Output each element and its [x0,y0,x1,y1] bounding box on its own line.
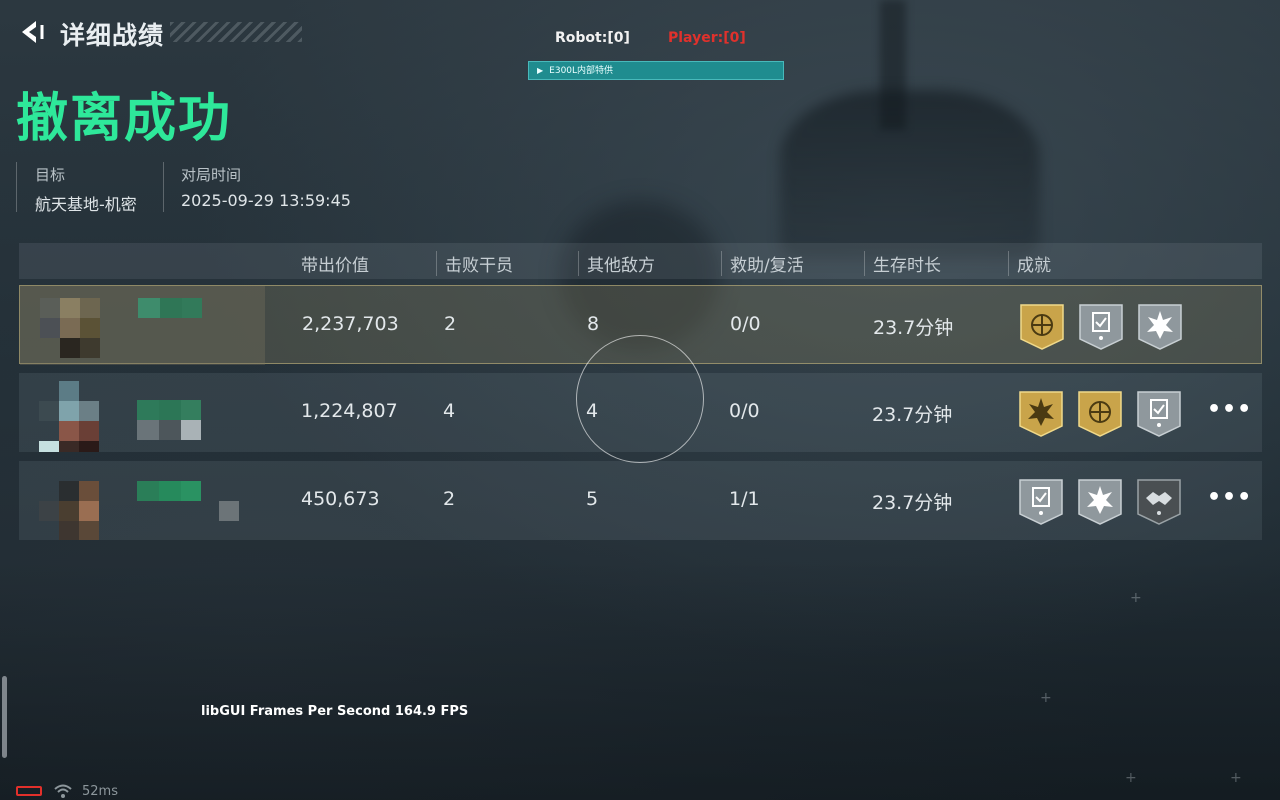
other-enemies-count: 5 [586,488,599,510]
extract-value: 1,224,807 [301,400,398,422]
table-header: 带出价值 击败干员 其他敌方 救助/复活 生存时长 成就 [19,243,1262,279]
build-banner[interactable]: ▶ E300L内部特供 [528,61,784,80]
latency-readout: 52ms [82,784,118,799]
gold-emblem-badge[interactable] [1019,301,1065,351]
dark-handshake-badge[interactable] [1136,476,1182,526]
rescue-count: 0/0 [729,400,760,422]
stats-table: 带出价值 击败干员 其他敌方 救助/复活 生存时长 成就 2,237,703 2… [19,243,1262,540]
target-value: 航天基地-机密 [35,195,137,214]
title-decoration [170,22,302,42]
silver-clipboard-badge[interactable] [1078,301,1124,351]
match-time-label: 对局时间 [181,166,242,184]
header-kills: 击败干员 [436,251,513,276]
match-time-value: 2025-09-29 13:59:45 [181,191,351,210]
silver-burst-badge[interactable] [1077,476,1123,526]
background-tower [780,90,1040,260]
player-count: Player:[0] [668,30,746,46]
side-scroll-handle[interactable] [2,676,7,758]
header-extract-value: 带出价值 [301,256,369,276]
back-button[interactable] [16,17,46,47]
header-survival: 生存时长 [864,251,941,276]
fps-overlay: libGUI Frames Per Second 164.9 FPS [201,704,469,719]
robot-count: Robot:[0] [555,30,630,46]
extraction-result: 撤离成功 [16,89,233,149]
gold-emblem-badge[interactable] [1077,388,1123,438]
battery-icon [16,786,42,796]
silver-clipboard-badge[interactable] [1018,476,1064,526]
back-arrow-icon [22,21,44,43]
table-row[interactable]: 450,673 2 5 1/1 23.7分钟 ••• [19,461,1262,540]
target-label: 目标 [35,166,66,184]
player-avatar-obscured [19,461,264,540]
rescue-count: 1/1 [729,488,760,510]
kills-count: 2 [443,488,456,510]
hud-crosshair: + [1040,690,1052,706]
extract-value: 450,673 [301,488,380,510]
match-time-info: 对局时间 2025-09-29 13:59:45 [163,162,351,212]
hud-crosshair: + [1130,590,1142,606]
wifi-icon [54,784,72,798]
header-other-enemies: 其他敌方 [578,251,655,276]
more-options-button[interactable]: ••• [1207,485,1252,510]
hud-crosshair: + [1230,770,1242,786]
silver-clipboard-badge[interactable] [1136,388,1182,438]
gold-burst-badge[interactable] [1018,388,1064,438]
silver-burst-badge[interactable] [1137,301,1183,351]
rescue-count: 0/0 [730,313,761,335]
achievement-badges [1018,388,1190,438]
other-enemies-count: 8 [587,313,600,335]
kills-count: 4 [443,400,456,422]
survival-time: 23.7分钟 [872,492,953,514]
page-title: 详细战绩 [60,21,165,50]
background-ground [0,560,1280,800]
play-icon: ▶ [537,66,544,75]
player-avatar-obscured [20,286,265,365]
touch-indicator [576,335,704,463]
survival-time: 23.7分钟 [873,317,954,339]
kills-count: 2 [444,313,457,335]
hud-crosshair: + [1125,770,1137,786]
achievement-badges [1019,301,1191,351]
header-rescue: 救助/复活 [721,251,804,276]
survival-time: 23.7分钟 [872,404,953,426]
banner-label: E300L内部特供 [549,66,614,76]
player-avatar-obscured [19,373,264,452]
achievement-badges [1018,476,1190,526]
header-achievements: 成就 [1008,251,1051,276]
extract-value: 2,237,703 [302,313,399,335]
target-info: 目标 航天基地-机密 [16,162,137,214]
more-options-button[interactable]: ••• [1207,397,1252,422]
